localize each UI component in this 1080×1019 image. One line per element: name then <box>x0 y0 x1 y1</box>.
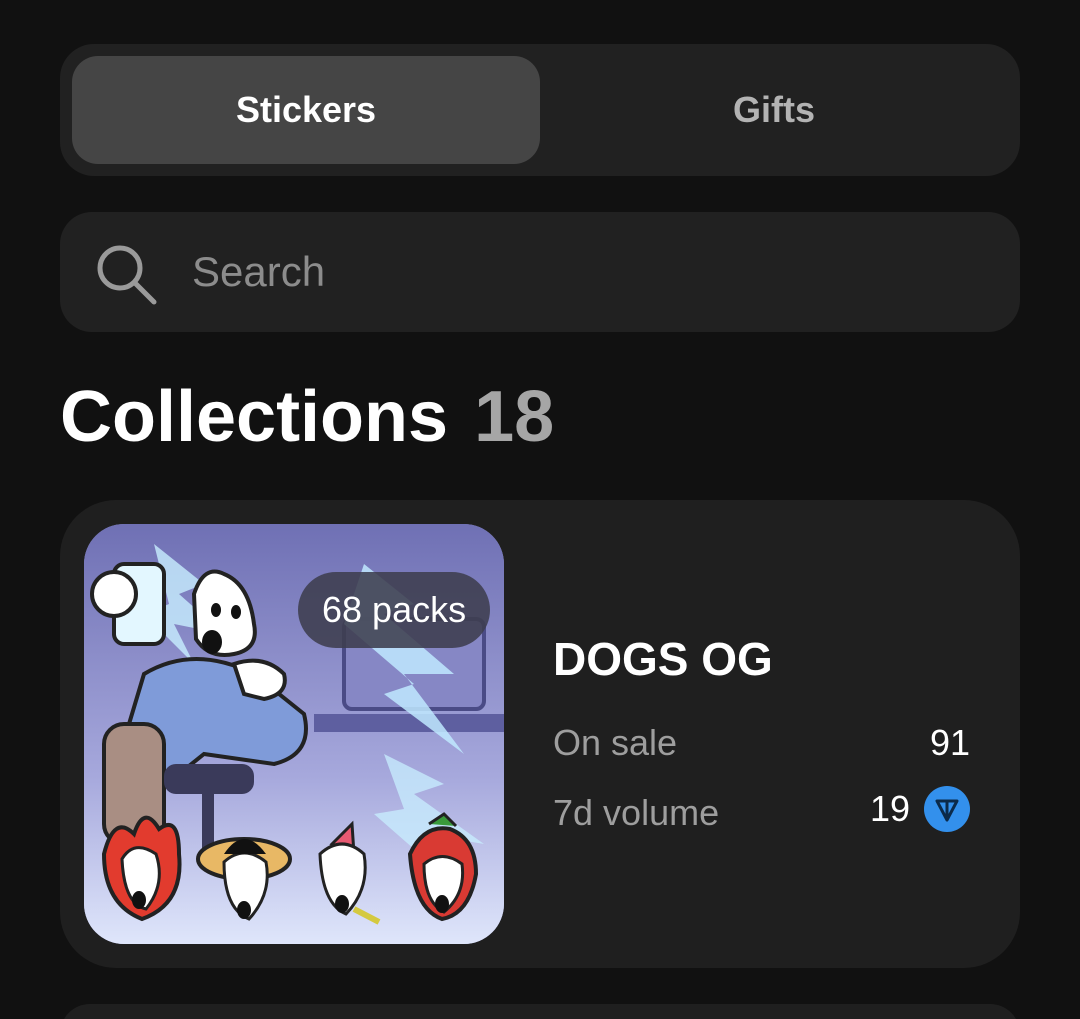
volume-number: 19 <box>869 788 910 829</box>
tab-gifts[interactable]: Gifts <box>540 56 1008 164</box>
collections-count: 18 <box>474 377 555 457</box>
packs-badge: 68 packs <box>298 572 491 648</box>
ton-icon <box>924 786 970 832</box>
collection-card[interactable]: 68 packs DOGS OG On sale 91 7d volume 19 <box>60 500 1020 968</box>
search-icon <box>97 245 157 305</box>
collections-title: Collections <box>60 377 449 457</box>
on-sale-value: 91 <box>930 722 970 764</box>
on-sale-number: 91 <box>929 722 970 763</box>
app-screen: Stickers Gifts Collections 18 <box>0 0 1080 1019</box>
on-sale-label: On sale <box>553 722 678 763</box>
search-input[interactable] <box>192 212 972 332</box>
tab-stickers[interactable]: Stickers <box>72 56 540 164</box>
search-bar[interactable] <box>60 212 1020 332</box>
volume-value: 19 <box>870 786 970 832</box>
collection-thumbnail: 68 packs <box>84 524 504 944</box>
tab-gifts-label: Gifts <box>732 89 815 130</box>
collection-name: DOGS OG <box>553 633 773 685</box>
collections-heading: Collections 18 <box>60 372 554 462</box>
tab-switcher: Stickers Gifts <box>60 44 1020 176</box>
tab-stickers-label: Stickers <box>235 89 377 130</box>
collection-card-next[interactable] <box>60 1004 1020 1019</box>
volume-label: 7d volume <box>553 792 720 833</box>
